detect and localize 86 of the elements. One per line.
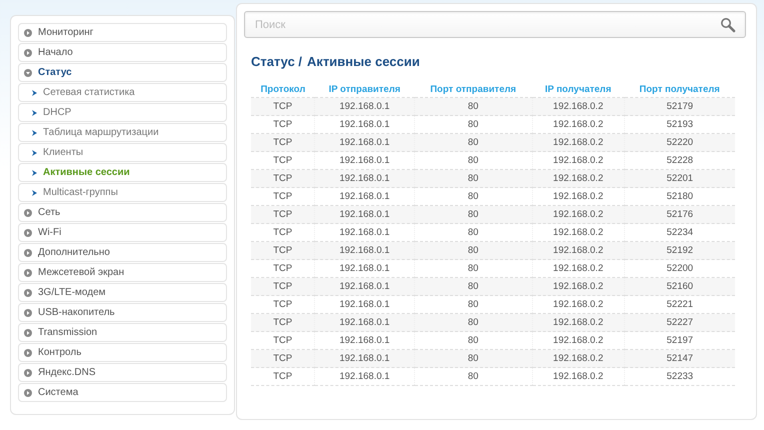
table-cell: 192.168.0.2 [532, 350, 624, 368]
table-cell: TCP [251, 350, 315, 368]
sidebar-subitem[interactable]: Сетевая статистика [18, 83, 227, 102]
sidebar-item[interactable]: Межсетевой экран [18, 263, 227, 282]
search-icon [720, 17, 736, 33]
table-cell: 192.168.0.2 [532, 170, 624, 188]
expand-icon [24, 328, 32, 336]
table-cell: 80 [414, 314, 532, 332]
table-cell: 192.168.0.2 [532, 206, 624, 224]
table-cell: TCP [251, 134, 315, 152]
table-cell: 80 [414, 206, 532, 224]
table-cell: 52192 [624, 242, 735, 260]
expand-icon [24, 348, 32, 356]
sidebar-subitem[interactable]: Multicast-группы [18, 183, 227, 202]
table-cell: 192.168.0.1 [314, 134, 414, 152]
sidebar-item[interactable]: Дополнительно [18, 243, 227, 262]
table-cell: 192.168.0.2 [532, 134, 624, 152]
table-cell: TCP [251, 206, 315, 224]
table-cell: 192.168.0.1 [314, 98, 414, 116]
table-cell: TCP [251, 314, 315, 332]
sidebar-item[interactable]: Система [18, 383, 227, 402]
table-cell: 192.168.0.1 [314, 350, 414, 368]
table-cell: 192.168.0.1 [314, 206, 414, 224]
sidebar-item[interactable]: Статус [18, 63, 227, 82]
table-cell: TCP [251, 278, 315, 296]
table-cell: 192.168.0.2 [532, 278, 624, 296]
table-cell: 52179 [624, 98, 735, 116]
sidebar-item[interactable]: Wi-Fi [18, 223, 227, 242]
page-title: Активные сессии [307, 54, 420, 69]
table-cell: 52220 [624, 134, 735, 152]
arrow-icon [32, 190, 37, 196]
table-cell: 80 [414, 134, 532, 152]
arrow-icon [32, 90, 37, 96]
sidebar-item[interactable]: Контроль [18, 343, 227, 362]
table-cell: 192.168.0.1 [314, 278, 414, 296]
sidebar-subitem[interactable]: DHCP [18, 103, 227, 122]
table-cell: 192.168.0.2 [532, 98, 624, 116]
sidebar-item[interactable]: 3G/LTE-модем [18, 283, 227, 302]
table-cell: 192.168.0.1 [314, 368, 414, 386]
table-cell: TCP [251, 170, 315, 188]
table-cell: 192.168.0.1 [314, 242, 414, 260]
table-cell: 192.168.0.2 [532, 368, 624, 386]
breadcrumb-parent[interactable]: Статус / [251, 54, 302, 69]
expand-icon [24, 248, 32, 256]
table-cell: 192.168.0.2 [532, 314, 624, 332]
expand-icon [24, 388, 32, 396]
table-cell: 80 [414, 278, 532, 296]
expand-icon [24, 28, 32, 36]
sidebar-item[interactable]: Сеть [18, 203, 227, 222]
sidebar-subitem[interactable]: Клиенты [18, 143, 227, 162]
expand-icon [24, 228, 32, 236]
table-cell: 192.168.0.1 [314, 314, 414, 332]
table-cell: 80 [414, 98, 532, 116]
expand-icon [24, 268, 32, 276]
table-cell: TCP [251, 98, 315, 116]
search-field[interactable]: Поиск [244, 11, 746, 38]
table-cell: 52201 [624, 170, 735, 188]
table-cell: 80 [414, 170, 532, 188]
table-cell: 52147 [624, 350, 735, 368]
expand-icon [24, 288, 32, 296]
expand-icon [24, 48, 32, 56]
table-cell: 52227 [624, 314, 735, 332]
table-cell: 52233 [624, 368, 735, 386]
table-cell: 52160 [624, 278, 735, 296]
arrow-icon [32, 170, 37, 176]
table-cell: TCP [251, 242, 315, 260]
sidebar-item[interactable]: Яндекс.DNS [18, 363, 227, 382]
table-cell: TCP [251, 368, 315, 386]
sidebar-item[interactable]: Начало [18, 43, 227, 62]
arrow-icon [32, 130, 37, 136]
sidebar-item[interactable]: Мониторинг [18, 23, 227, 42]
table-cell: 192.168.0.2 [532, 242, 624, 260]
table-cell: 80 [414, 242, 532, 260]
sidebar-item[interactable]: USB-накопитель [18, 303, 227, 322]
expand-icon [24, 208, 32, 216]
sidebar-item[interactable]: Transmission [18, 323, 227, 342]
expand-icon [24, 308, 32, 316]
expand-icon [24, 368, 32, 376]
collapse-icon [24, 68, 32, 76]
arrow-icon [32, 110, 37, 116]
table-cell: 192.168.0.1 [314, 170, 414, 188]
table-cell: 80 [414, 350, 532, 368]
table-cell: 80 [414, 368, 532, 386]
sidebar-subitem[interactable]: Таблица маршрутизации [18, 123, 227, 142]
table-cell: 52176 [624, 206, 735, 224]
arrow-icon [32, 150, 37, 156]
